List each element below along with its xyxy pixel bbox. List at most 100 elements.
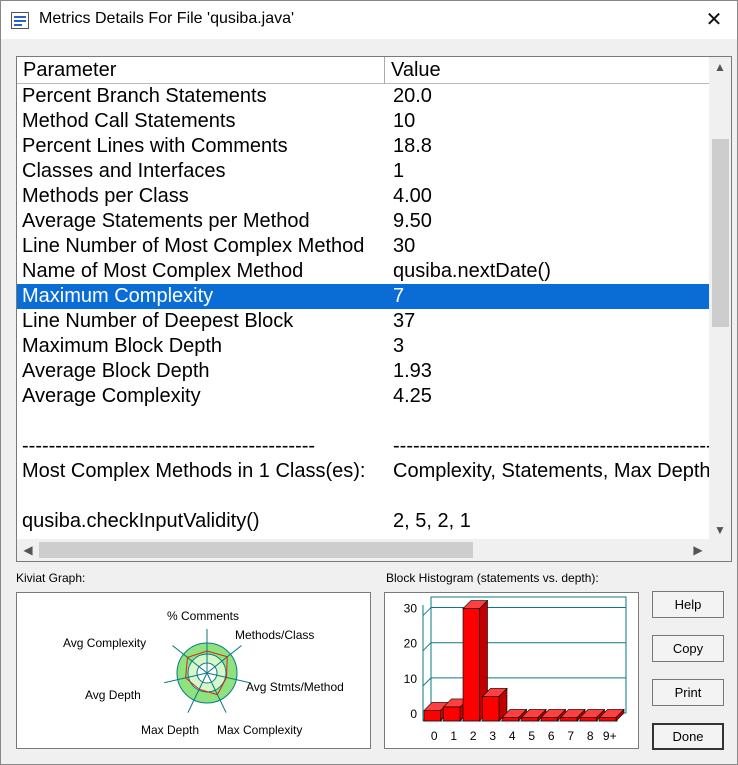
histogram-x-tick: 8 bbox=[587, 729, 594, 743]
table-row[interactable]: Percent Branch Statements 20.0 bbox=[17, 84, 709, 109]
column-header-value[interactable]: Value bbox=[385, 57, 709, 84]
table-row[interactable]: Method Call Statements 10 bbox=[17, 109, 709, 134]
print-button[interactable]: Print bbox=[652, 679, 724, 706]
kiviat-label: Kiviat Graph: bbox=[16, 571, 86, 585]
table-row[interactable] bbox=[17, 409, 709, 434]
histogram-bar bbox=[560, 717, 578, 722]
histogram-x-tick: 3 bbox=[489, 729, 496, 743]
parameter-cell: Maximum Block Depth bbox=[22, 335, 223, 357]
kiviat-graph: % Comments Methods/Class Avg Stmts/Method M… bbox=[16, 592, 371, 749]
histogram-y-tick: 30 bbox=[404, 602, 418, 616]
value-cell: qusiba.nextDate() bbox=[393, 260, 551, 282]
done-button[interactable]: Done bbox=[652, 723, 724, 750]
value-cell: 3 bbox=[393, 335, 405, 357]
scroll-corner bbox=[709, 539, 731, 561]
table-row[interactable]: Percent Lines with Comments 18.8 bbox=[17, 134, 709, 159]
value-cell: 7 bbox=[393, 285, 405, 307]
parameter-cell: ----------------------------------------… bbox=[22, 435, 316, 457]
parameter-cell: Method Call Statements bbox=[22, 110, 236, 132]
table-row[interactable]: Maximum Block Depth 3 bbox=[17, 334, 709, 359]
histogram-label: Block Histogram (statements vs. depth): bbox=[386, 571, 599, 585]
value-cell: 1 bbox=[393, 160, 405, 182]
close-icon[interactable]: ✕ bbox=[699, 5, 729, 35]
value-cell: 20.0 bbox=[393, 85, 432, 107]
parameter-cell: Percent Lines with Comments bbox=[22, 135, 288, 157]
table-row[interactable]: ----------------------------------------… bbox=[17, 434, 709, 459]
histogram-x-tick: 9+ bbox=[603, 729, 617, 743]
metrics-table[interactable]: Parameter Value Percent Branch Statement… bbox=[16, 56, 732, 562]
table-row[interactable] bbox=[17, 484, 709, 509]
parameter-cell: Maximum Complexity bbox=[22, 285, 214, 307]
kiviat-axis-label: % Comments bbox=[167, 609, 239, 623]
histogram-x-tick: 6 bbox=[548, 729, 555, 743]
parameter-cell: Most Complex Methods in 1 Class(es): bbox=[22, 460, 366, 482]
histogram-y-tick: 10 bbox=[404, 672, 418, 686]
value-cell: 30 bbox=[393, 235, 416, 257]
parameter-cell: Methods per Class bbox=[22, 185, 189, 207]
table-row[interactable]: Average Complexity 4.25 bbox=[17, 384, 709, 409]
histogram-bar bbox=[482, 696, 500, 722]
value-cell: 2, 5, 2, 1 bbox=[393, 510, 471, 532]
parameter-cell: Percent Branch Statements bbox=[22, 85, 267, 107]
kiviat-svg: % Comments Methods/Class Avg Stmts/Method M… bbox=[63, 609, 344, 737]
horizontal-scroll-thumb[interactable] bbox=[39, 542, 473, 558]
histogram-x-tick: 4 bbox=[509, 729, 516, 743]
value-cell: Complexity, Statements, Max Depth, Calls bbox=[393, 460, 709, 482]
value-cell: ----------------------------------------… bbox=[393, 435, 709, 457]
table-row[interactable]: Most Complex Methods in 1 Class(es): Comp… bbox=[17, 459, 709, 484]
histogram-svg: 01020300 1 2 3 4 5 6 7 8 9+ bbox=[404, 596, 627, 743]
scroll-left-icon[interactable]: ◀ bbox=[17, 539, 39, 561]
parameter-cell: Line Number of Deepest Block bbox=[22, 310, 294, 332]
table-row[interactable]: qusiba.checkInputValidity() 2, 5, 2, 1 bbox=[17, 509, 709, 534]
value-cell: 18.8 bbox=[393, 135, 432, 157]
scroll-up-icon[interactable]: ▲ bbox=[709, 57, 731, 77]
histogram-gridline bbox=[422, 677, 432, 687]
scroll-right-icon[interactable]: ▶ bbox=[687, 539, 709, 561]
histogram-bar bbox=[599, 717, 617, 722]
table-row[interactable]: Maximum Complexity 7 bbox=[17, 284, 709, 309]
histogram-bar bbox=[423, 710, 441, 722]
table-header: Parameter Value bbox=[17, 57, 709, 84]
histogram-x-tick: 0 bbox=[431, 729, 438, 743]
histogram-bar bbox=[540, 717, 558, 722]
scroll-down-icon[interactable]: ▼ bbox=[709, 520, 731, 540]
histogram-y-tick: 0 bbox=[410, 707, 417, 721]
app-icon bbox=[11, 12, 29, 29]
histogram-y-tick: 20 bbox=[404, 637, 418, 651]
table-row[interactable]: Name of Most Complex Method qusiba.nextDa… bbox=[17, 259, 709, 284]
parameter-cell: Line Number of Most Complex Method bbox=[22, 235, 365, 257]
table-row[interactable]: Methods per Class 4.00 bbox=[17, 184, 709, 209]
vertical-scrollbar[interactable]: ▲ ▼ bbox=[709, 57, 731, 540]
table-row[interactable]: Line Number of Deepest Block 37 bbox=[17, 309, 709, 334]
value-cell: 37 bbox=[393, 310, 416, 332]
title-bar: Metrics Details For File 'qusiba.java' ✕ bbox=[1, 1, 737, 39]
copy-button[interactable]: Copy bbox=[652, 635, 724, 662]
table-row[interactable]: Average Statements per Method 9.50 bbox=[17, 209, 709, 234]
help-button[interactable]: Help bbox=[652, 591, 724, 618]
kiviat-axis-label: Avg Stmts/Method bbox=[246, 680, 344, 694]
block-histogram: 0 10 20 30 0 1 2 3 4 5 6 7 8 9+ bbox=[384, 592, 639, 749]
value-cell: 10 bbox=[393, 110, 416, 132]
histogram-x-tick: 5 bbox=[528, 729, 535, 743]
horizontal-scrollbar[interactable]: ◀ ▶ bbox=[17, 539, 709, 561]
kiviat-axis-label: Methods/Class bbox=[235, 628, 314, 642]
histogram-x-tick: 7 bbox=[567, 729, 574, 743]
vertical-scroll-thumb[interactable] bbox=[712, 139, 729, 327]
value-cell: 4.25 bbox=[393, 385, 432, 407]
histogram-bar bbox=[462, 608, 480, 722]
table-row[interactable]: Line Number of Most Complex Method 30 bbox=[17, 234, 709, 259]
table-row[interactable]: Classes and Interfaces 1 bbox=[17, 159, 709, 184]
kiviat-axis-label: Max Complexity bbox=[217, 723, 302, 737]
table-body: Percent Branch Statements 20.0 Method Call… bbox=[17, 84, 709, 540]
kiviat-axis-label: Avg Depth bbox=[85, 688, 141, 702]
histogram-gridline bbox=[422, 642, 432, 652]
kiviat-axis-label: Avg Complexity bbox=[63, 636, 146, 650]
parameter-cell: Classes and Interfaces bbox=[22, 160, 226, 182]
value-cell: 4.00 bbox=[393, 185, 432, 207]
value-cell: 9.50 bbox=[393, 210, 432, 232]
value-cell: 1.93 bbox=[393, 360, 432, 382]
parameter-cell: Name of Most Complex Method bbox=[22, 260, 304, 282]
histogram-x-tick: 1 bbox=[450, 729, 457, 743]
column-header-parameter[interactable]: Parameter bbox=[17, 57, 385, 84]
table-row[interactable]: Average Block Depth 1.93 bbox=[17, 359, 709, 384]
